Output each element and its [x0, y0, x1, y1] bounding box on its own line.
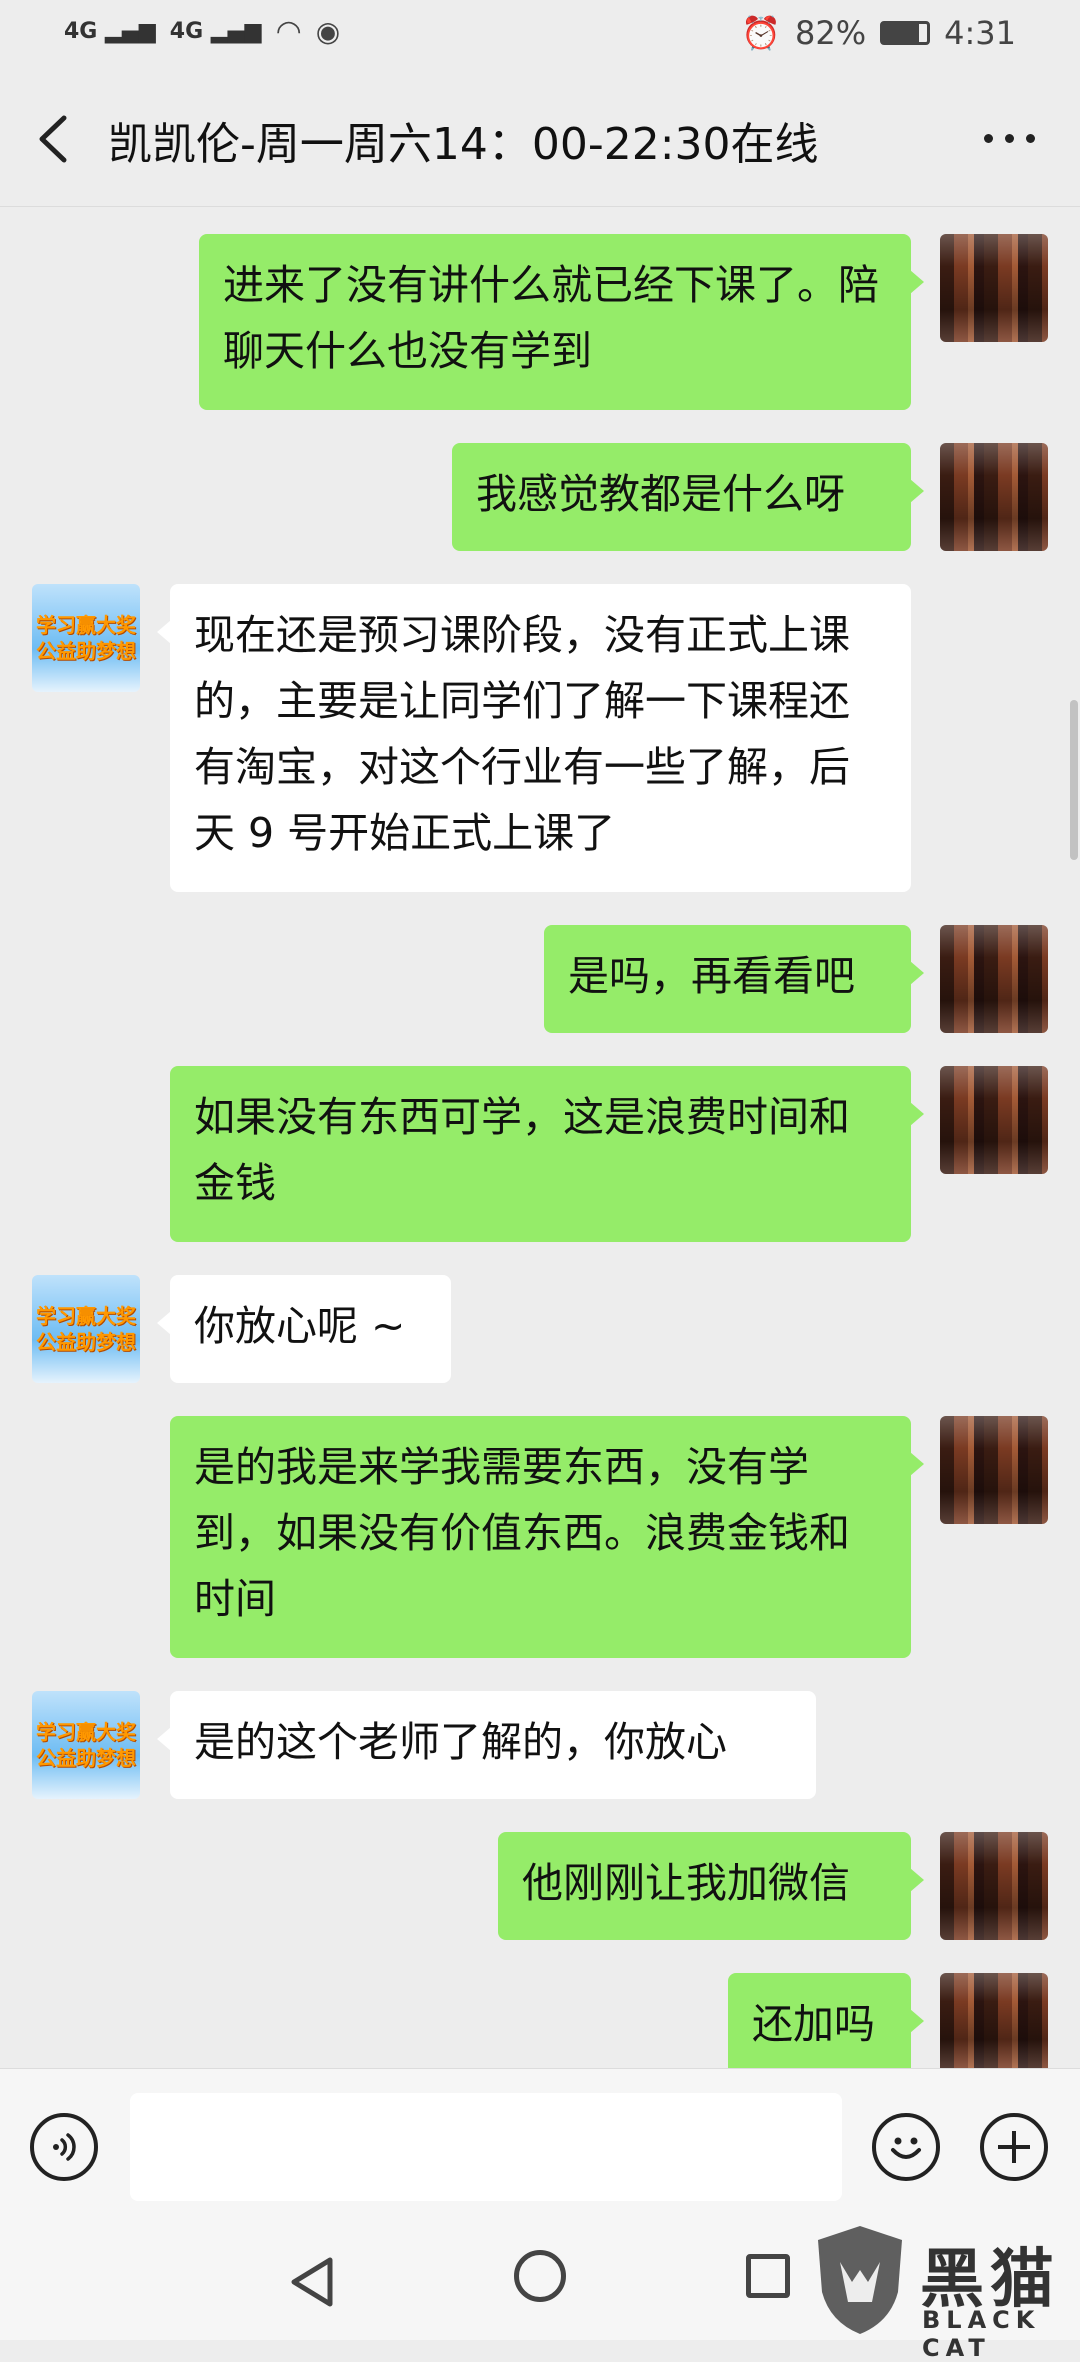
my-message-bubble[interactable]: 如果没有东西可学，这是浪费时间和金钱 [170, 1066, 924, 1242]
message-input[interactable] [130, 2093, 842, 2201]
contact-avatar[interactable]: 学习赢大奖 公益助梦想 [32, 1275, 140, 1383]
status-bar: 4G ▂▄▆ 4G ▂▄▆ ◠ ◉ ⏰ 82% 4:31 [0, 0, 1080, 72]
watermark-logo: 黑猫 BLACK CAT [810, 2222, 1080, 2362]
more-icon[interactable] [984, 120, 1044, 156]
status-right: ⏰ 82% 4:31 [741, 14, 1016, 52]
my-avatar[interactable] [940, 1416, 1048, 1524]
signal-2: 4G ▂▄▆ [169, 19, 262, 44]
battery-icon [880, 21, 931, 45]
contact-avatar[interactable]: 学习赢大奖 公益助梦想 [32, 1691, 140, 1799]
avatar-text-1: 学习赢大奖 [36, 1720, 136, 1744]
avatar-text-2: 公益助梦想 [36, 1330, 136, 1354]
my-avatar[interactable] [940, 925, 1048, 1033]
my-avatar[interactable] [940, 443, 1048, 551]
input-bar [0, 2068, 1080, 2225]
avatar-text-2: 公益助梦想 [36, 639, 136, 663]
cat-shield-icon [818, 2226, 902, 2334]
voice-waves [53, 2133, 76, 2161]
my-message-bubble[interactable]: 是吗，再看看吧 [544, 925, 924, 1033]
my-avatar[interactable] [940, 1832, 1048, 1940]
smile-face [891, 2137, 921, 2159]
my-avatar[interactable] [940, 1973, 1048, 2068]
signal-1-label: 4G [64, 19, 98, 44]
avatar-text-1: 学习赢大奖 [36, 613, 136, 637]
notification-icon: ◉ [315, 15, 341, 48]
contact-avatar[interactable]: 学习赢大奖 公益助梦想 [32, 584, 140, 692]
avatar-text-2: 公益助梦想 [36, 1746, 136, 1770]
voice-icon[interactable] [30, 2113, 98, 2181]
emoji-icon[interactable] [872, 2113, 940, 2181]
my-message-bubble[interactable]: 进来了没有讲什么就已经下课了。陪聊天什么也没有学到 [199, 234, 924, 410]
clock: 4:31 [944, 14, 1016, 52]
my-message-bubble[interactable]: 是的我是来学我需要东西，没有学到，如果没有价值东西。浪费金钱和时间 [170, 1416, 924, 1658]
my-avatar[interactable] [940, 1066, 1048, 1174]
wifi-icon: ◠ [275, 14, 302, 49]
contact-message-bubble[interactable]: 你放心呢 ~ [157, 1275, 451, 1383]
chat-header: 凯凯伦-周一周六14：00-22:30在线 [0, 72, 1080, 207]
contact-message-bubble[interactable]: 现在还是预习课阶段，没有正式上课的，主要是让同学们了解一下课程还有淘宝，对这个行… [157, 584, 911, 892]
back-arrow-icon[interactable] [30, 112, 80, 166]
plus-icon[interactable] [980, 2113, 1048, 2181]
nav-back-icon[interactable] [282, 2252, 342, 2312]
nav-home-icon[interactable] [514, 2250, 566, 2302]
battery-percent: 82% [795, 14, 867, 52]
contact-message-bubble[interactable]: 是的这个老师了解的，你放心 [157, 1691, 816, 1799]
watermark-subtext: BLACK CAT [922, 2306, 1041, 2362]
alarm-icon: ⏰ [741, 14, 782, 52]
chat-title: 凯凯伦-周一周六14：00-22:30在线 [108, 119, 819, 170]
scrollbar[interactable] [1070, 700, 1078, 860]
my-message-bubble[interactable]: 我感觉教都是什么呀 [452, 443, 924, 551]
my-message-bubble[interactable]: 还加吗 [728, 1973, 924, 2068]
avatar-text-1: 学习赢大奖 [36, 1304, 136, 1328]
my-message-bubble[interactable]: 他刚刚让我加微信 [498, 1832, 924, 1940]
status-left: 4G ▂▄▆ 4G ▂▄▆ ◠ ◉ [64, 14, 340, 49]
nav-recent-icon[interactable] [746, 2254, 790, 2298]
my-avatar[interactable] [940, 234, 1048, 342]
plus-mark [998, 2131, 1030, 2163]
signal-1: 4G ▂▄▆ [64, 19, 156, 44]
signal-2-label: 4G [169, 19, 204, 44]
